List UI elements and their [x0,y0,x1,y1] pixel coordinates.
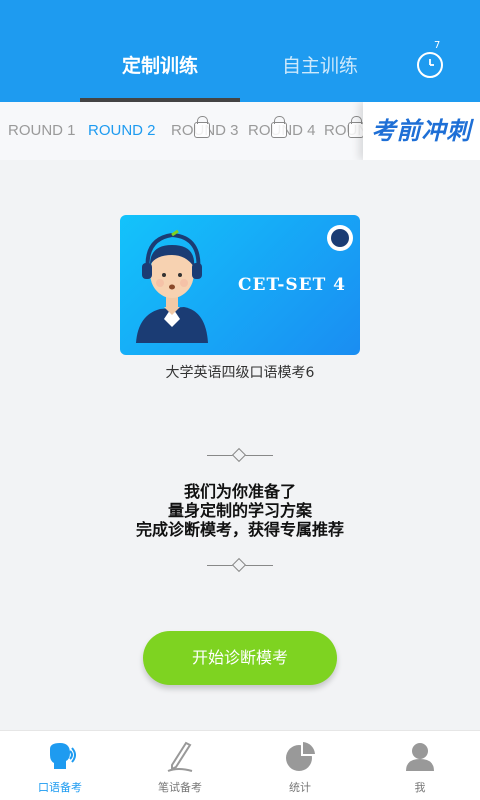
clock-badge: 7 [434,40,441,51]
round-tab-1[interactable]: ROUND 1 [8,102,76,160]
start-diagnosis-button[interactable]: 开始诊断模考 [143,631,337,685]
message-line: 完成诊断模考，获得专属推荐 [135,520,344,539]
top-tab-bar: 定制训练 自主训练 7 [0,36,480,102]
lock-icon [271,116,287,138]
round-tab-2[interactable]: ROUND 2 [88,102,156,160]
nav-label: 我 [414,781,426,794]
divider [207,447,273,465]
nav-label: 笔试备考 [158,781,202,794]
speaking-badge-icon [327,225,353,251]
pie-chart-icon [286,742,315,771]
nav-item-written[interactable]: 笔试备考 [120,731,240,800]
message-line: 我们为你准备了 [183,482,296,501]
message-line: 量身定制的学习方案 [167,501,312,520]
clock-icon[interactable] [417,52,443,78]
lock-icon [194,116,210,138]
divider [207,557,273,575]
nav-label: 统计 [289,781,311,794]
nav-item-speaking[interactable]: 口语备考 [0,731,120,800]
pen-icon [167,741,193,772]
status-bar [0,0,480,36]
nav-item-stats[interactable]: 统计 [240,731,360,800]
user-icon [406,743,434,771]
exam-sprint-banner[interactable]: 考前冲刺 [363,102,480,160]
lock-icon [348,116,364,138]
mock-exam-card[interactable]: CET-SET 4 [120,215,360,355]
diagnosis-message: 我们为你准备了 量身定制的学习方案 完成诊断模考，获得专属推荐 [0,482,480,539]
speaking-icon [50,743,76,769]
nav-item-me[interactable]: 我 [360,731,480,800]
card-title: CET-SET 4 [238,275,347,295]
card-caption: 大学英语四级口语模考6 [165,365,315,381]
round-selector: ROUND 1 ROUND 2 ROUND 3 ROUND 4 ROUND 考前… [0,102,480,160]
banner-title: 考前冲刺 [371,116,472,145]
tab-custom-training[interactable]: 定制训练 [80,36,240,102]
bottom-nav: 口语备考 笔试备考 统计 我 [0,730,480,800]
tab-self-training[interactable]: 自主训练 [240,36,400,102]
nav-label: 口语备考 [38,781,82,794]
teacher-avatar-illustration [136,229,208,343]
